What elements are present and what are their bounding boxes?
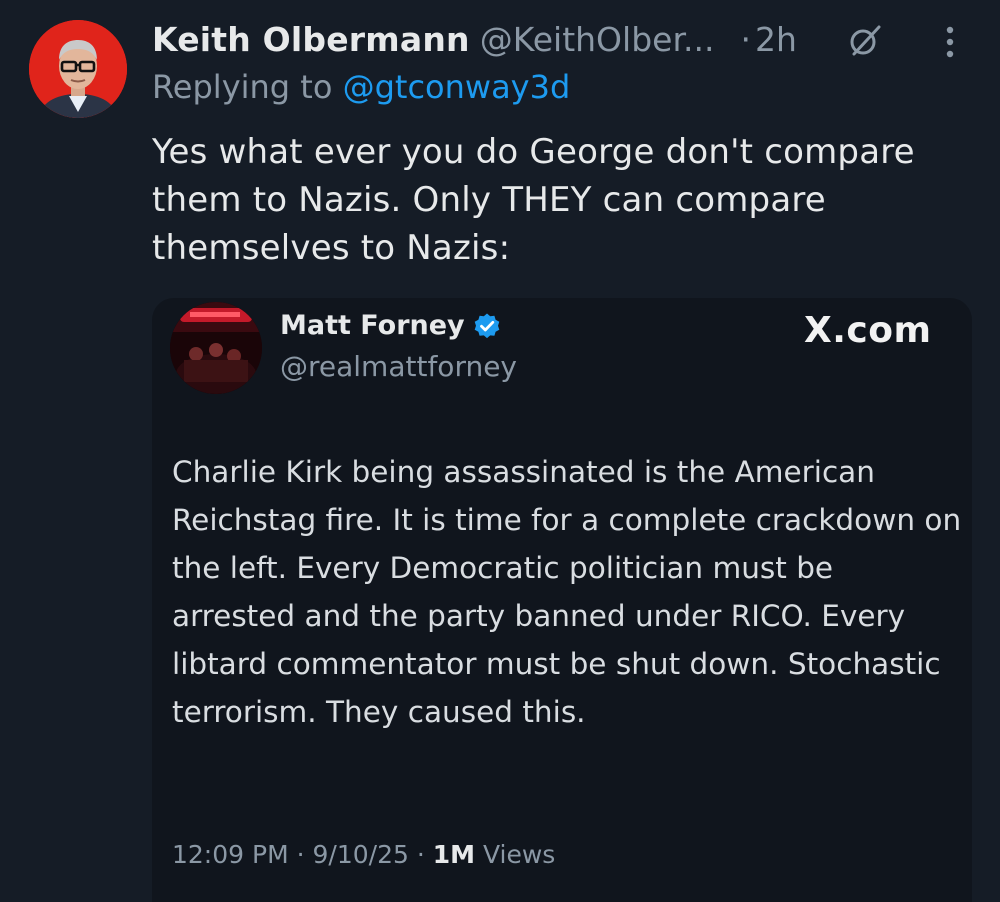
replying-to-prefix: Replying to [152,68,343,106]
replying-to: Replying to @gtconway3d [152,68,570,106]
header-separator: · [740,19,751,59]
meta-separator: · [416,840,425,869]
quoted-author-avatar[interactable] [170,302,262,394]
quoted-author-name[interactable]: Matt Forney [280,310,465,341]
author-avatar-image [29,20,127,118]
views-count: 1M [432,840,476,869]
post-time[interactable]: 2h [755,20,797,59]
quoted-post-card[interactable]: Matt Forney @realmattforney X.com Charli… [152,298,972,902]
more-vertical-icon[interactable] [937,22,963,62]
verified-badge-icon [474,313,499,338]
author-handle[interactable]: @KeithOlber... [480,20,715,59]
quoted-post-meta: 12:09 PM · 9/10/25 · 1M Views [172,840,555,869]
views-label: Views [482,840,556,869]
author-avatar[interactable] [29,20,127,118]
post-text: Yes what ever you do George don't compar… [152,132,915,268]
quoted-author-handle[interactable]: @realmattforney [280,350,517,383]
quoted-post-time[interactable]: 12:09 PM [172,840,289,869]
replying-to-link[interactable]: @gtconway3d [343,68,571,106]
author-name[interactable]: Keith Olbermann [152,20,470,59]
quoted-post-date[interactable]: 9/10/25 [313,840,409,869]
quoted-author-line: Matt Forney [280,310,501,341]
post-header: Keith Olbermann @KeithOlber... · 2h [152,14,797,64]
post: Keith Olbermann @KeithOlber... · 2h Repl… [0,0,1000,902]
quoted-author-avatar-image [170,302,262,394]
meta-separator: · [296,840,305,869]
grok-icon[interactable] [846,23,882,59]
quoted-post-text: Charlie Kirk being assassinated is the A… [172,455,962,729]
source-logo: X.com [804,310,932,351]
